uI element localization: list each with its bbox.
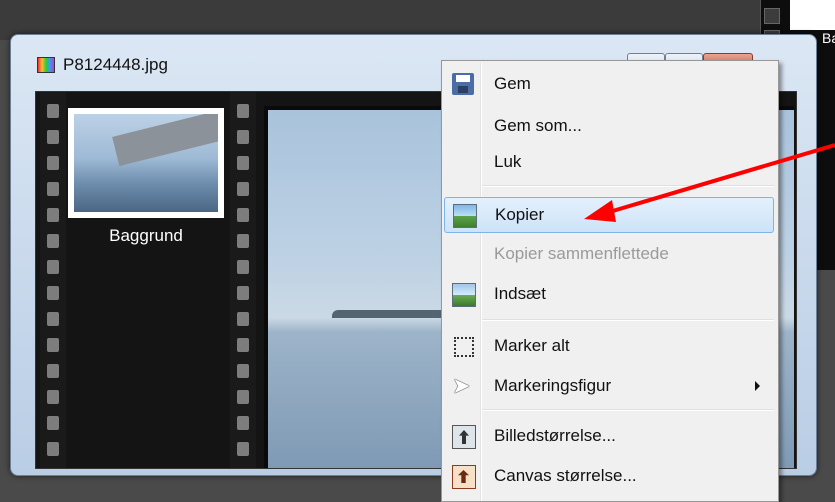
menu-item-label: Markeringsfigur	[494, 376, 612, 395]
window-title: P8124448.jpg	[63, 55, 168, 74]
menu-item-label: Kopier	[495, 205, 545, 224]
menu-item-label: Canvas størrelse...	[494, 466, 637, 485]
menu-item-paste[interactable]: Indsæt	[444, 277, 774, 311]
bridge-shape	[112, 114, 218, 167]
paste-image-icon	[452, 283, 476, 307]
background-label: Ba	[822, 30, 835, 46]
menu-item-label: Kopier sammenflettede	[494, 244, 669, 263]
layer-thumbnail[interactable]	[68, 108, 224, 218]
save-icon	[452, 73, 474, 95]
menu-item-label: Gem	[494, 74, 531, 93]
cursor-icon: ➤	[452, 373, 471, 398]
menu-item-save-as[interactable]: Gem som...	[444, 109, 774, 143]
layer-name[interactable]: Baggrund	[68, 226, 224, 246]
menu-item-label: Indsæt	[494, 284, 546, 303]
menu-separator	[482, 185, 774, 187]
menu-item-select-all[interactable]: Marker alt	[444, 329, 774, 363]
photo-island	[332, 310, 452, 318]
menu-item-copy-merged[interactable]: Kopier sammenflettede	[444, 237, 774, 271]
menu-item-selection-shape[interactable]: ➤ Markeringsfigur	[444, 369, 774, 403]
film-strip-left	[40, 92, 66, 468]
context-menu: Gem Gem som... Luk Kopier Kopier sammenf…	[441, 60, 779, 502]
layer-thumbnail-image	[74, 114, 218, 212]
menu-separator	[482, 319, 774, 321]
background-swatch	[764, 8, 780, 24]
image-file-icon	[37, 57, 55, 73]
menu-separator	[482, 409, 774, 411]
menu-item-label: Marker alt	[494, 336, 570, 355]
copy-image-icon	[453, 204, 477, 228]
menu-item-label: Gem som...	[494, 116, 582, 135]
submenu-arrow-icon	[755, 381, 760, 391]
canvas-size-icon	[452, 465, 476, 489]
background-white-area	[790, 0, 835, 30]
select-all-icon	[454, 337, 474, 357]
image-size-icon	[452, 425, 476, 449]
menu-item-image-size[interactable]: Billedstørrelse...	[444, 419, 774, 453]
menu-item-label: Luk	[494, 152, 522, 171]
menu-item-save[interactable]: Gem	[444, 67, 774, 101]
menu-item-copy[interactable]: Kopier	[444, 197, 774, 233]
menu-item-close[interactable]: Luk	[444, 145, 774, 179]
menu-item-label: Billedstørrelse...	[494, 426, 616, 445]
film-strip-right	[230, 92, 256, 468]
